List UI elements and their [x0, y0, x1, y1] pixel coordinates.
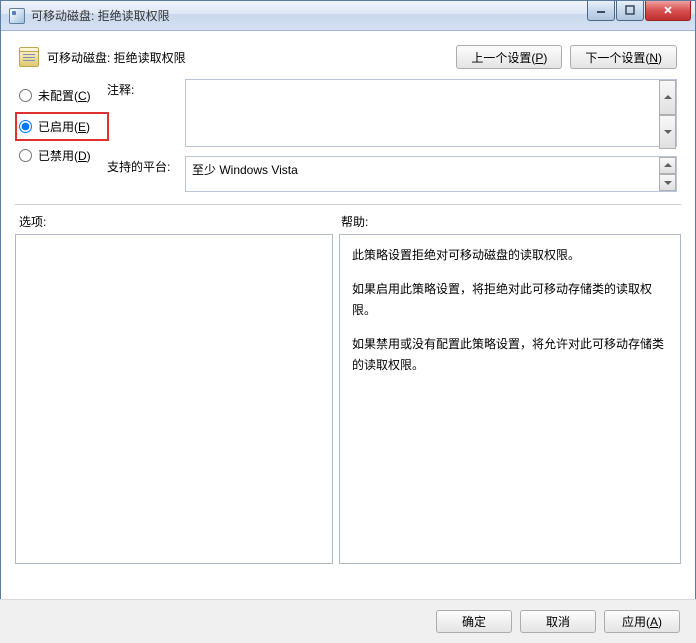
- section-labels: 选项: 帮助:: [1, 205, 695, 234]
- help-label: 帮助:: [341, 213, 368, 230]
- window-controls: [587, 1, 695, 21]
- minimize-button[interactable]: [587, 1, 615, 21]
- platform-scrollbar: [659, 157, 676, 191]
- help-text-3: 如果禁用或没有配置此策略设置，将允许对此可移动存储类的读取权限。: [352, 334, 668, 375]
- comment-label: 注释:: [107, 79, 185, 150]
- radio-not-configured-label: 未配置(C): [38, 87, 91, 104]
- radio-disabled[interactable]: 已禁用(D): [19, 147, 107, 164]
- radio-not-configured[interactable]: 未配置(C): [19, 87, 107, 104]
- radio-not-configured-input[interactable]: [19, 89, 32, 102]
- comment-input[interactable]: [185, 79, 677, 147]
- footer: 确定 取消 应用(A): [0, 599, 696, 643]
- radio-disabled-input[interactable]: [19, 149, 32, 162]
- help-panel: 此策略设置拒绝对可移动磁盘的读取权限。 如果启用此策略设置，将拒绝对此可移动存储…: [339, 234, 681, 564]
- comment-scrollbar: [659, 80, 676, 149]
- maximize-button[interactable]: [616, 1, 644, 21]
- options-label: 选项:: [19, 213, 341, 230]
- config-area: 未配置(C) 已启用(E) 已禁用(D) 注释: 支持的平台: 至少 Win: [1, 79, 695, 202]
- comment-scroll-down[interactable]: [659, 115, 676, 150]
- policy-title: 可移动磁盘: 拒绝读取权限: [47, 49, 448, 66]
- panels-row: 此策略设置拒绝对可移动磁盘的读取权限。 如果启用此策略设置，将拒绝对此可移动存储…: [1, 234, 695, 572]
- comment-scroll-up[interactable]: [659, 80, 676, 115]
- policy-icon: [19, 47, 39, 67]
- state-radios: 未配置(C) 已启用(E) 已禁用(D): [19, 79, 107, 198]
- options-panel: [15, 234, 333, 564]
- window-title: 可移动磁盘: 拒绝读取权限: [31, 7, 587, 24]
- platform-row: 支持的平台: 至少 Windows Vista: [107, 156, 677, 192]
- help-text-2: 如果启用此策略设置，将拒绝对此可移动存储类的读取权限。: [352, 279, 668, 320]
- radio-disabled-label: 已禁用(D): [38, 147, 91, 164]
- close-button[interactable]: [645, 1, 691, 21]
- fields-column: 注释: 支持的平台: 至少 Windows Vista: [107, 79, 677, 198]
- help-text-1: 此策略设置拒绝对可移动磁盘的读取权限。: [352, 245, 668, 265]
- cancel-button[interactable]: 取消: [520, 610, 596, 633]
- next-setting-button[interactable]: 下一个设置(N): [570, 45, 677, 69]
- app-icon: [9, 8, 25, 24]
- titlebar: 可移动磁盘: 拒绝读取权限: [1, 1, 695, 31]
- radio-enabled[interactable]: 已启用(E): [15, 112, 109, 141]
- platform-scroll-down[interactable]: [659, 174, 676, 191]
- prev-setting-button[interactable]: 上一个设置(P): [456, 45, 562, 69]
- apply-button[interactable]: 应用(A): [604, 610, 680, 633]
- platform-value: 至少 Windows Vista: [185, 156, 677, 192]
- radio-enabled-label: 已启用(E): [38, 118, 90, 135]
- platform-label: 支持的平台:: [107, 156, 185, 192]
- radio-enabled-input[interactable]: [19, 120, 32, 133]
- ok-button[interactable]: 确定: [436, 610, 512, 633]
- comment-row: 注释:: [107, 79, 677, 150]
- platform-scroll-up[interactable]: [659, 157, 676, 174]
- header-row: 可移动磁盘: 拒绝读取权限 上一个设置(P) 下一个设置(N): [1, 31, 695, 79]
